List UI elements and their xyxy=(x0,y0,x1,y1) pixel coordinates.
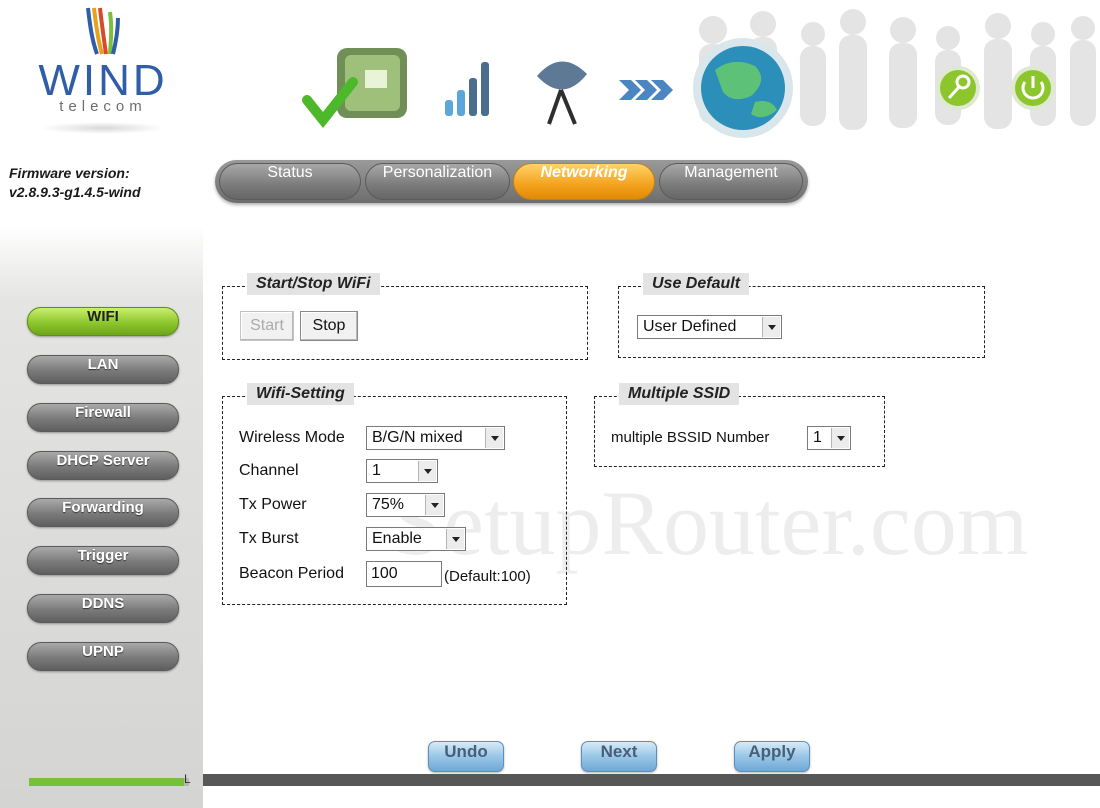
firmware-info: Firmware version: v2.8.9.3-g1.4.5-wind xyxy=(9,164,199,202)
logo-subtitle: telecom xyxy=(59,98,147,115)
tab-status[interactable]: Status xyxy=(219,163,361,200)
sidebar-item-trigger[interactable]: Trigger xyxy=(27,546,179,575)
start-stop-wifi-legend: Start/Stop WiFi xyxy=(247,273,380,295)
chevron-down-icon xyxy=(485,428,503,448)
progress-end-mark: L xyxy=(184,772,191,786)
bssid-number-value: 1 xyxy=(813,429,822,446)
apply-button[interactable]: Apply xyxy=(734,741,810,772)
start-button[interactable]: Start xyxy=(240,311,294,341)
wifi-setting-group: Wifi-Setting Wireless Mode B/G/N mixed C… xyxy=(222,383,567,605)
sidebar-item-ddns[interactable]: DDNS xyxy=(27,594,179,623)
chevron-down-icon xyxy=(762,317,780,337)
stop-button[interactable]: Stop xyxy=(300,311,358,341)
satellite-dish-icon xyxy=(537,61,587,125)
wireless-mode-value: B/G/N mixed xyxy=(372,429,463,446)
channel-select[interactable]: 1 xyxy=(366,459,438,483)
left-panel: WIND telecom Firmware version: v2.8.9.3-… xyxy=(0,0,203,808)
beacon-period-input[interactable] xyxy=(366,561,442,587)
progress-fill xyxy=(29,778,184,786)
tx-power-value: 75% xyxy=(372,496,405,513)
multiple-ssid-group: Multiple SSID multiple BSSID Number 1 xyxy=(594,383,885,467)
logo-fan-icon xyxy=(86,7,120,55)
tx-power-label: Tx Power xyxy=(239,496,307,513)
beacon-period-label: Beacon Period xyxy=(239,565,344,582)
sidebar-item-forwarding[interactable]: Forwarding xyxy=(27,498,179,527)
use-default-select[interactable]: User Defined xyxy=(637,315,782,339)
logo-shadow xyxy=(40,122,166,134)
chevron-down-icon xyxy=(446,529,464,549)
signal-bars-icon xyxy=(445,62,489,116)
tab-personalization[interactable]: Personalization xyxy=(365,163,510,200)
firmware-label: Firmware version: xyxy=(9,165,130,181)
channel-label: Channel xyxy=(239,462,299,479)
tab-management[interactable]: Management xyxy=(659,163,803,200)
header-banner xyxy=(203,0,1100,150)
sidebar-item-firewall[interactable]: Firewall xyxy=(27,403,179,432)
setup-check-icon xyxy=(302,48,407,129)
sidebar-item-dhcp-server[interactable]: DHCP Server xyxy=(27,451,179,480)
arrows-icon xyxy=(619,80,673,100)
wind-logo: WIND telecom xyxy=(18,6,188,134)
undo-button[interactable]: Undo xyxy=(428,741,504,772)
use-default-group: Use Default User Defined xyxy=(618,273,985,358)
sidebar-item-lan[interactable]: LAN xyxy=(27,355,179,384)
bssid-number-label: multiple BSSID Number xyxy=(611,429,770,446)
channel-value: 1 xyxy=(372,462,381,479)
power-icon[interactable] xyxy=(1011,66,1055,110)
use-default-value: User Defined xyxy=(643,318,737,335)
beacon-period-default-hint: (Default:100) xyxy=(444,568,531,585)
tx-burst-select[interactable]: Enable xyxy=(366,527,466,551)
chevron-down-icon xyxy=(831,428,849,448)
tx-burst-value: Enable xyxy=(372,530,422,547)
start-stop-wifi-group: Start/Stop WiFi Start Stop xyxy=(222,273,588,360)
sidebar-item-upnp[interactable]: UPNP xyxy=(27,642,179,671)
firmware-version: v2.8.9.3-g1.4.5-wind xyxy=(9,184,141,200)
sidebar-item-wifi[interactable]: WIFI xyxy=(27,307,179,336)
key-icon[interactable] xyxy=(936,66,980,110)
main-nav: Status Personalization Networking Manage… xyxy=(215,160,808,203)
chevron-down-icon xyxy=(425,495,443,515)
multiple-ssid-legend: Multiple SSID xyxy=(619,383,740,405)
tx-burst-label: Tx Burst xyxy=(239,530,299,547)
tx-power-select[interactable]: 75% xyxy=(366,493,445,517)
chevron-down-icon xyxy=(418,461,436,481)
use-default-legend: Use Default xyxy=(643,273,750,295)
progress-bar xyxy=(29,778,189,786)
next-button[interactable]: Next xyxy=(581,741,657,772)
wireless-mode-label: Wireless Mode xyxy=(239,429,345,446)
bssid-number-select[interactable]: 1 xyxy=(807,426,851,450)
wireless-mode-select[interactable]: B/G/N mixed xyxy=(366,426,505,450)
wifi-setting-legend: Wifi-Setting xyxy=(247,383,354,405)
footer-bar xyxy=(203,774,1100,786)
tab-networking[interactable]: Networking xyxy=(513,163,655,200)
globe-icon xyxy=(693,38,793,138)
